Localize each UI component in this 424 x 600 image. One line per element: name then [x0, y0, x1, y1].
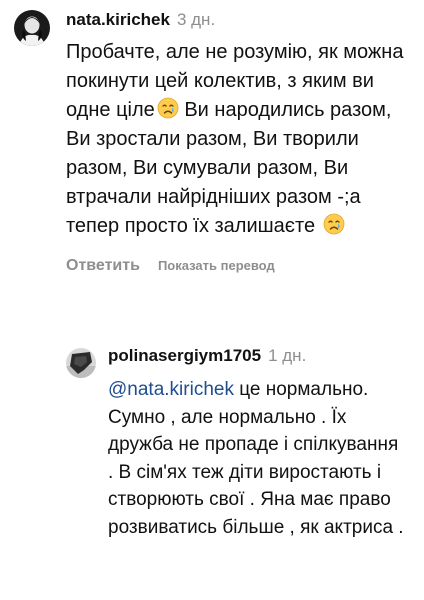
comment-actions: Ответить Показать перевод	[66, 257, 406, 275]
reply-comment: polinasergiym1705 1 дн. @nata.kirichek ц…	[66, 346, 408, 541]
reply-time: 1 дн.	[268, 346, 307, 365]
reply-text: @nata.kirichek це нормально. Сумно , але…	[108, 376, 408, 541]
mention-link[interactable]: @nata.kirichek	[108, 379, 234, 400]
comment: nata.kirichek 3 дн. Пробачте, але не роз…	[14, 10, 406, 275]
reply-button[interactable]: Ответить	[66, 257, 140, 275]
comment-username[interactable]: nata.kirichek	[66, 10, 170, 30]
crying-face-icon	[157, 97, 179, 119]
user-avatar-icon	[14, 10, 50, 46]
reply-text-body: це нормально. Сумно , але нормально . Їх…	[108, 379, 404, 538]
user-avatar-icon	[66, 348, 96, 378]
comment-time: 3 дн.	[176, 10, 216, 29]
show-translation-button[interactable]: Показать перевод	[158, 258, 275, 273]
crying-face-icon	[323, 213, 345, 235]
avatar[interactable]	[14, 10, 50, 46]
reply-username[interactable]: polinasergiym1705	[108, 346, 261, 366]
comment-text: Пробачте, але не розумію, як можна покин…	[66, 38, 406, 241]
avatar[interactable]	[66, 348, 96, 378]
